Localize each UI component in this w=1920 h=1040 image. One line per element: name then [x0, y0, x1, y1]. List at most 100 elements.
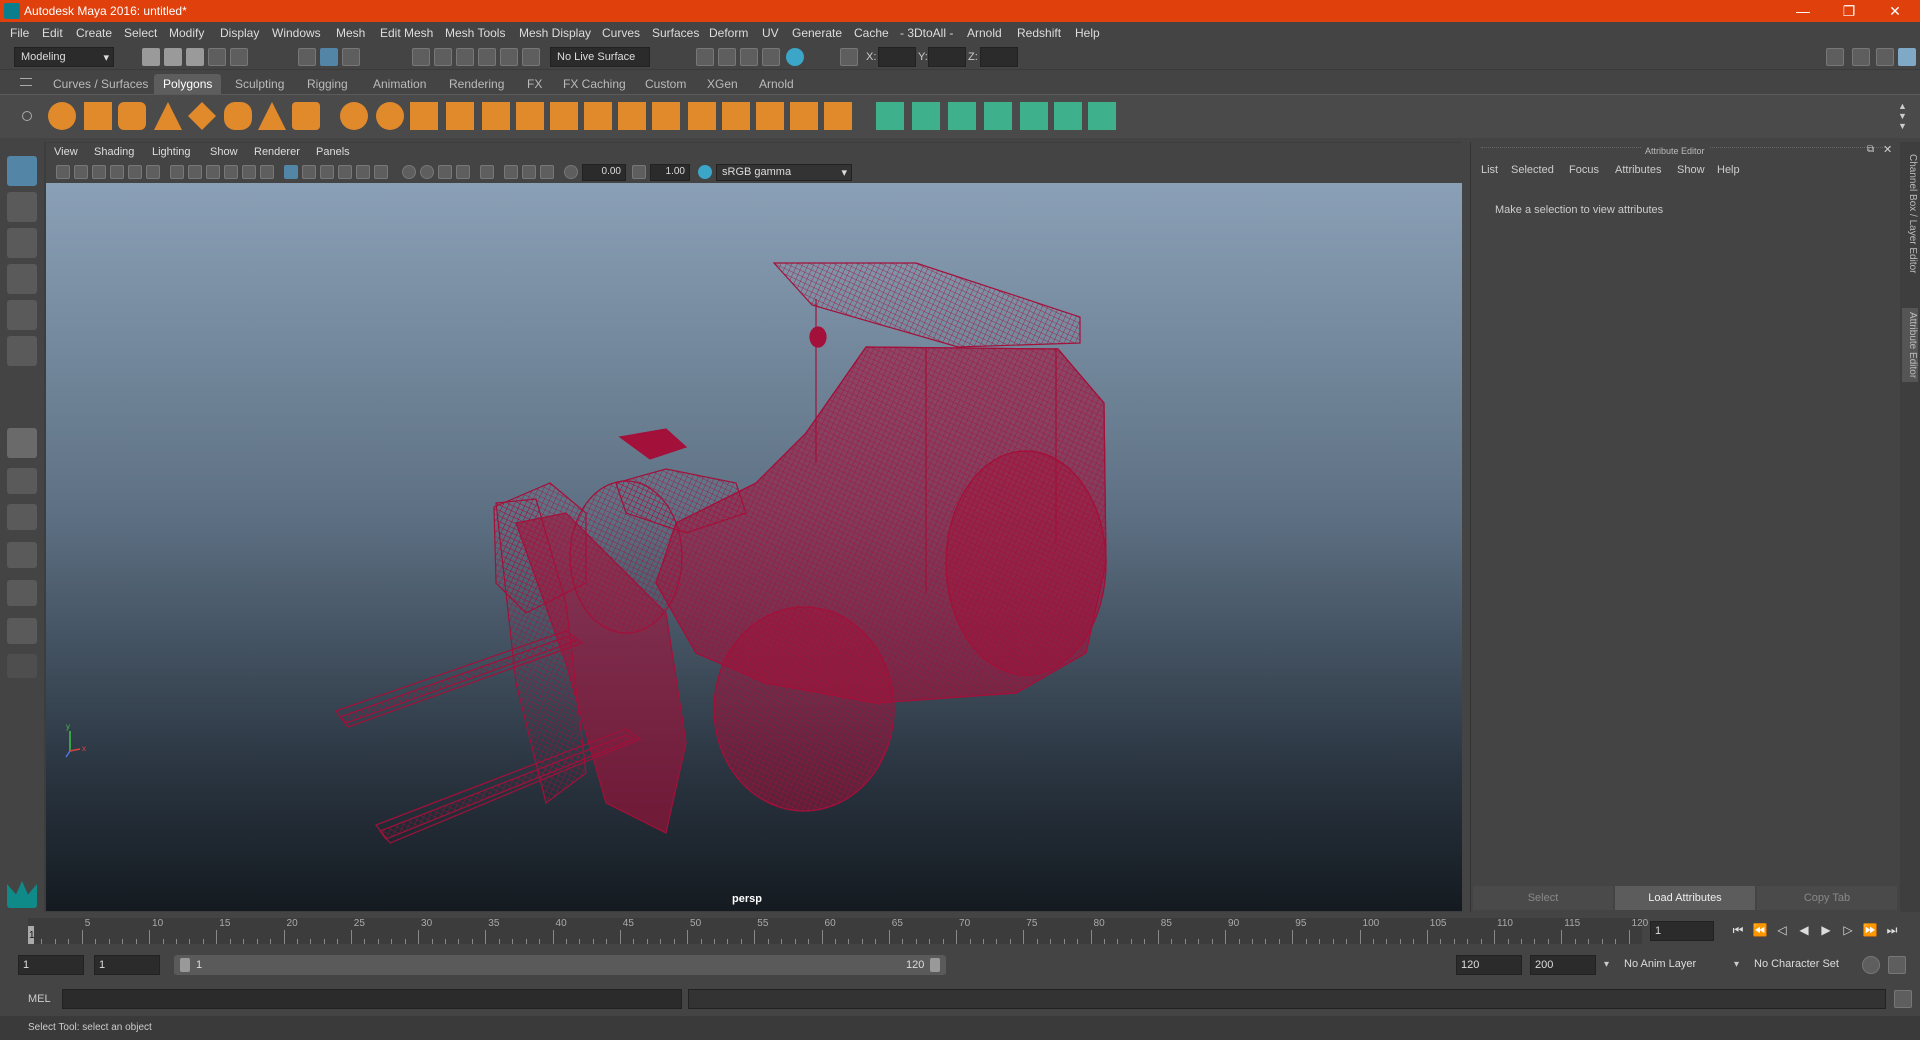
poly-cube-icon[interactable] — [84, 102, 112, 130]
menu-edit[interactable]: Edit — [42, 26, 63, 40]
isolate-select-icon[interactable] — [480, 165, 494, 179]
restore-button[interactable]: ❐ — [1826, 0, 1872, 22]
poly-pipe-icon[interactable] — [292, 102, 320, 130]
multisample-aa-icon[interactable] — [438, 165, 452, 179]
depth-of-field-icon[interactable] — [456, 165, 470, 179]
combine-icon[interactable] — [340, 102, 368, 130]
menu-deform[interactable]: Deform — [709, 26, 748, 40]
xray-joints-icon[interactable] — [522, 165, 536, 179]
playback-end-field[interactable]: 120 — [1456, 955, 1522, 975]
anim-layer-dropdown[interactable]: No Anim Layer — [1620, 955, 1720, 975]
select-by-component-icon[interactable] — [342, 48, 360, 66]
rotate-tool-icon[interactable] — [7, 300, 37, 330]
redo-icon[interactable] — [230, 48, 248, 66]
shadows-icon[interactable] — [374, 165, 388, 179]
go-to-end-icon[interactable]: ⏭ — [1884, 922, 1900, 938]
cylindrical-uv-icon[interactable] — [912, 102, 940, 130]
tab-animation[interactable]: Animation — [364, 74, 435, 94]
z-coordinate-field[interactable] — [980, 47, 1018, 67]
merge-icon[interactable] — [790, 102, 818, 130]
render-settings-icon[interactable] — [696, 48, 714, 66]
wireframe-shading-icon[interactable] — [284, 165, 298, 179]
menu-windows[interactable]: Windows — [272, 26, 321, 40]
planar-uv-icon[interactable] — [876, 102, 904, 130]
ae-menu-show[interactable]: Show — [1677, 164, 1705, 176]
fill-hole-icon[interactable] — [722, 102, 750, 130]
make-live-icon[interactable] — [500, 48, 518, 66]
menu-3dtoall[interactable]: - 3DtoAll - — [900, 26, 953, 40]
four-view-layout-icon[interactable] — [7, 468, 37, 494]
animation-preferences-icon[interactable] — [1888, 956, 1906, 974]
go-to-start-icon[interactable]: ⏮ — [1730, 922, 1746, 938]
exposure-field[interactable]: 0.00 — [582, 164, 626, 181]
lasso-tool-icon[interactable] — [7, 192, 37, 222]
menu-modify[interactable]: Modify — [169, 26, 204, 40]
persp-hypershade-layout-icon[interactable] — [7, 580, 37, 606]
select-by-object-icon[interactable] — [320, 48, 338, 66]
use-all-lights-icon[interactable] — [356, 165, 370, 179]
single-perspective-layout-icon[interactable] — [7, 428, 37, 458]
image-plane-icon[interactable] — [110, 165, 124, 179]
channel-box-toggle-icon[interactable] — [1898, 48, 1916, 66]
bookmark-icon[interactable] — [92, 165, 106, 179]
auto-key-icon[interactable] — [1862, 956, 1880, 974]
current-frame-field[interactable]: 1 — [1650, 921, 1714, 941]
uv-editor-icon[interactable] — [1054, 102, 1082, 130]
snap-point-icon[interactable] — [456, 48, 474, 66]
gamma-icon[interactable] — [632, 165, 646, 179]
poly-cone-icon[interactable] — [154, 102, 182, 130]
menu-redshift[interactable]: Redshift — [1017, 26, 1061, 40]
grid-toggle-icon[interactable] — [170, 165, 184, 179]
close-panel-icon[interactable]: ✕ — [1883, 143, 1892, 156]
ae-menu-help[interactable]: Help — [1717, 164, 1740, 176]
play-backwards-icon[interactable]: ◀ — [1796, 922, 1812, 938]
automatic-uv-icon[interactable] — [984, 102, 1012, 130]
outliner-persp-layout-icon[interactable] — [7, 618, 37, 644]
minimize-button[interactable]: — — [1780, 0, 1826, 22]
tab-custom[interactable]: Custom — [636, 74, 695, 94]
panel-menu-panels[interactable]: Panels — [316, 146, 350, 158]
booleans-icon[interactable] — [482, 102, 510, 130]
y-coordinate-field[interactable] — [928, 47, 966, 67]
transform-mode-icon[interactable] — [840, 48, 858, 66]
step-forward-frame-icon[interactable]: ▷ — [1840, 922, 1856, 938]
tab-curves-surfaces[interactable]: Curves / Surfaces — [44, 74, 157, 94]
menu-curves[interactable]: Curves — [602, 26, 640, 40]
forklift-wireframe-model[interactable]: y x — [46, 183, 1462, 911]
unfold-uv-icon[interactable] — [1020, 102, 1048, 130]
tab-rendering[interactable]: Rendering — [440, 74, 513, 94]
menu-select[interactable]: Select — [124, 26, 157, 40]
poly-sphere-icon[interactable] — [48, 102, 76, 130]
play-forwards-icon[interactable]: ▶ — [1818, 922, 1834, 938]
menu-mesh-tools[interactable]: Mesh Tools — [445, 26, 505, 40]
poly-pyramid-icon[interactable] — [258, 102, 286, 130]
textured-icon[interactable] — [338, 165, 352, 179]
panel-menu-lighting[interactable]: Lighting — [152, 146, 191, 158]
more-layouts-icon[interactable] — [7, 654, 37, 678]
tool-settings-icon[interactable] — [1876, 48, 1894, 66]
bridge-icon[interactable] — [618, 102, 646, 130]
wireframe-on-shaded-icon[interactable] — [320, 165, 334, 179]
render-frame-icon[interactable] — [718, 48, 736, 66]
separate-icon[interactable] — [376, 102, 404, 130]
snap-grid-icon[interactable] — [412, 48, 430, 66]
command-language-label[interactable]: MEL — [28, 993, 51, 1005]
panel-menu-view[interactable]: View — [54, 146, 78, 158]
poly-cylinder-icon[interactable] — [118, 102, 146, 130]
extract-icon[interactable] — [410, 102, 438, 130]
make-hole-icon[interactable] — [756, 102, 784, 130]
range-end-handle[interactable] — [930, 958, 940, 972]
multi-cut-icon[interactable] — [550, 102, 578, 130]
menu-help[interactable]: Help — [1075, 26, 1100, 40]
menu-arnold[interactable]: Arnold — [967, 26, 1002, 40]
ae-copy-tab-button[interactable]: Copy Tab — [1757, 886, 1897, 910]
time-slider[interactable]: 5 10 15 20 25 30 35 40 45 50 55 60 65 70 75 80 85 90 95 100… — [28, 918, 1648, 944]
panel-menu-renderer[interactable]: Renderer — [254, 146, 300, 158]
tab-rigging[interactable]: Rigging — [298, 74, 357, 94]
attribute-editor-toggle-icon[interactable] — [1852, 48, 1870, 66]
attribute-editor-tab[interactable]: Attribute Editor — [1902, 308, 1918, 383]
menu-file[interactable]: File — [10, 26, 29, 40]
live-surface-field[interactable]: No Live Surface — [550, 47, 650, 67]
channel-box-tab[interactable]: Channel Box / Layer Editor — [1902, 154, 1918, 274]
menu-uv[interactable]: UV — [762, 26, 779, 40]
